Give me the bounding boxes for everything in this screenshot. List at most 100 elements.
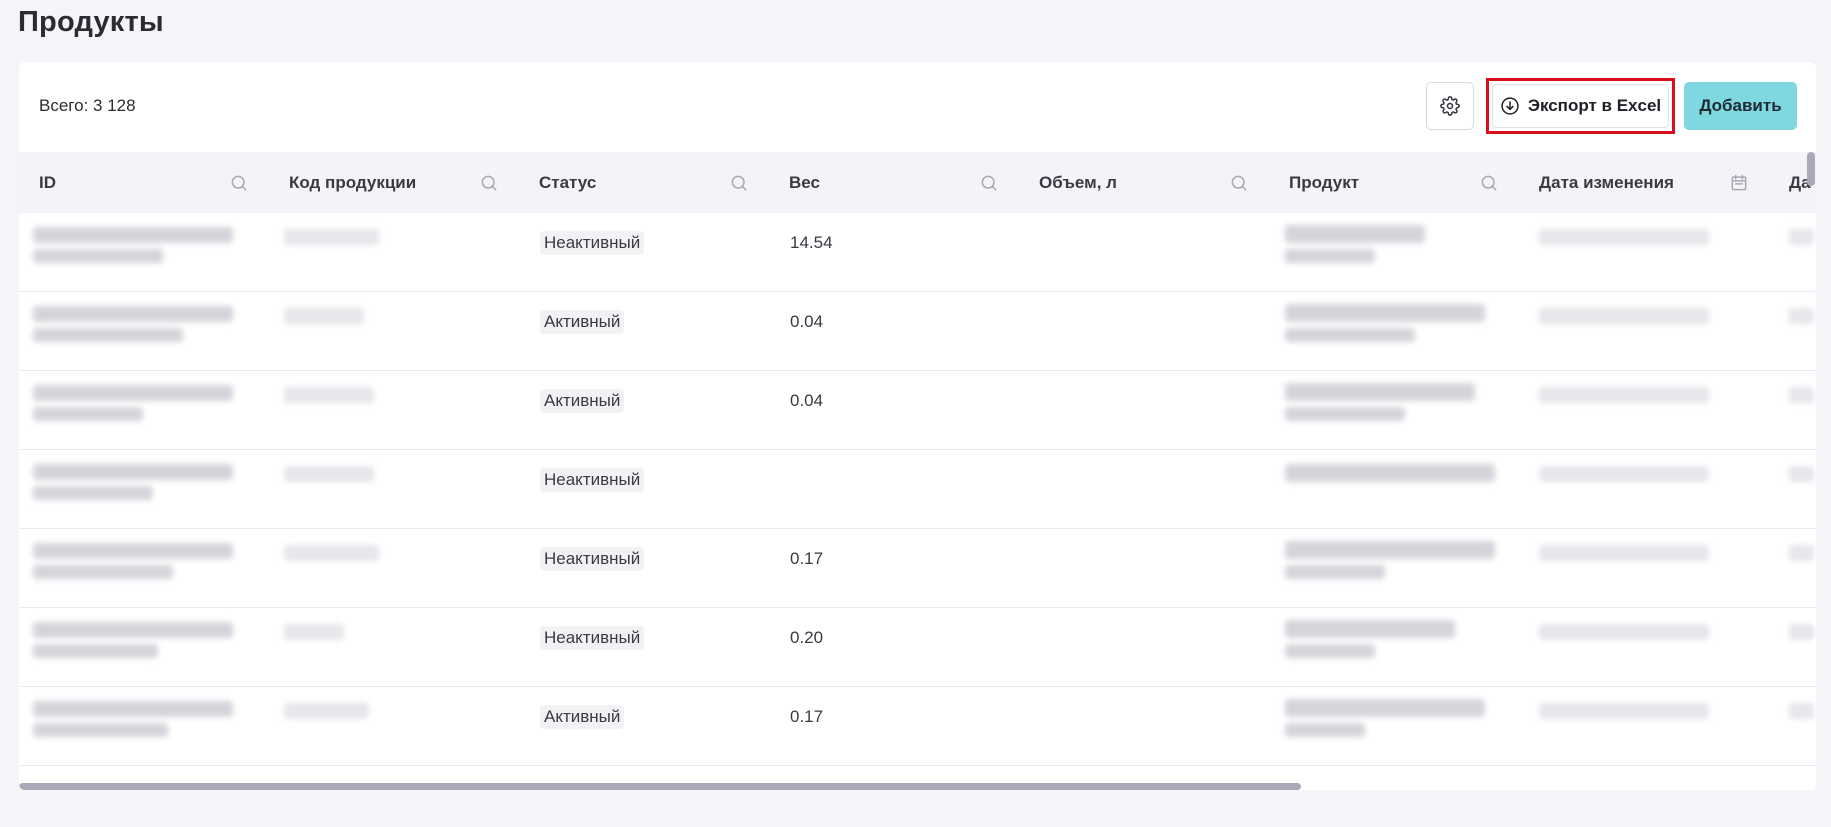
table-settings-button[interactable] (1426, 82, 1474, 130)
column-header-label: Статус (539, 172, 597, 192)
column-header-label: Продукт (1289, 172, 1360, 192)
status-cell: Активный (540, 292, 625, 352)
redacted-product (1285, 407, 1405, 421)
redacted-date (1789, 545, 1814, 561)
column-header-label: Вес (789, 172, 820, 192)
column-header-product[interactable]: Продукт (1289, 152, 1519, 213)
redacted-id (33, 622, 233, 638)
vertical-scrollbar[interactable] (1807, 152, 1815, 186)
redacted-date (1539, 387, 1709, 403)
search-icon[interactable] (1229, 173, 1249, 193)
status-badge: Активный (540, 705, 625, 729)
table-row[interactable]: Неактивный 0.17 (19, 529, 1816, 608)
status-badge: Активный (540, 310, 625, 334)
export-excel-button[interactable]: Экспорт в Excel (1486, 78, 1675, 134)
redacted-date (1789, 703, 1814, 719)
redacted-product-code (284, 545, 379, 561)
column-header-product-code[interactable]: Код продукции (289, 152, 519, 213)
redacted-product (1285, 304, 1485, 322)
redacted-product (1285, 723, 1365, 737)
redacted-product-code (284, 703, 369, 719)
status-badge: Неактивный (540, 468, 645, 492)
redacted-product (1285, 699, 1485, 717)
redacted-product (1285, 328, 1415, 342)
weight-cell: 14.54 (790, 233, 833, 252)
table-row[interactable]: Активный 0.17 (19, 687, 1816, 766)
column-header-label: Объем, л (1039, 172, 1117, 192)
redacted-id (33, 565, 173, 579)
column-header-weight[interactable]: Вес (789, 152, 1019, 213)
redacted-date (1789, 229, 1814, 245)
redacted-product-code (284, 308, 364, 324)
search-icon[interactable] (1479, 173, 1499, 193)
search-icon[interactable] (979, 173, 999, 193)
redacted-id (33, 644, 158, 658)
redacted-product (1285, 620, 1455, 638)
column-header-volume[interactable]: Объем, л (1039, 152, 1269, 213)
redacted-date (1789, 466, 1814, 482)
redacted-product-code (284, 229, 379, 245)
redacted-id (33, 723, 168, 737)
search-icon[interactable] (729, 173, 749, 193)
redacted-id (33, 543, 233, 559)
redacted-product-code (284, 624, 344, 640)
horizontal-scrollbar[interactable] (19, 783, 1301, 790)
export-excel-label: Экспорт в Excel (1527, 96, 1662, 115)
redacted-product (1285, 644, 1375, 658)
status-cell: Неактивный (540, 450, 645, 510)
redacted-id (33, 227, 233, 243)
calendar-icon[interactable] (1729, 173, 1749, 193)
status-badge: Неактивный (540, 231, 645, 255)
weight-cell: 0.20 (790, 628, 824, 647)
redacted-product (1285, 383, 1475, 401)
table-row[interactable]: Неактивный 0.20 (19, 608, 1816, 687)
table-row[interactable]: Активный 0.04 (19, 371, 1816, 450)
redacted-id (33, 306, 233, 322)
search-icon[interactable] (229, 173, 249, 193)
toolbar: Всего: 3 128 Экспорт в Excel Добавить (19, 62, 1816, 152)
gear-icon (1440, 96, 1460, 116)
column-header-label: Код продукции (289, 172, 417, 192)
redacted-id (33, 464, 233, 480)
download-circle-icon (1501, 97, 1519, 115)
redacted-date (1789, 387, 1814, 403)
redacted-product-code (284, 466, 374, 482)
redacted-date (1789, 624, 1814, 640)
horizontal-scrollbar-track[interactable] (19, 783, 1816, 790)
status-cell: Неактивный (540, 608, 645, 668)
redacted-date (1539, 703, 1709, 719)
table-row[interactable]: Активный 0.04 (19, 292, 1816, 371)
page-title: Продукты (18, 6, 164, 38)
redacted-product (1285, 541, 1495, 559)
redacted-id (33, 701, 233, 717)
weight-cell: 0.04 (790, 391, 824, 410)
redacted-id (33, 249, 163, 263)
redacted-date (1539, 466, 1709, 482)
weight-cell: 0.04 (790, 312, 824, 331)
redacted-id (33, 385, 233, 401)
weight-cell: 0.17 (790, 707, 824, 726)
total-count-label: Всего: 3 128 (39, 96, 136, 115)
add-button[interactable]: Добавить (1684, 82, 1797, 130)
status-cell: Неактивный (540, 529, 645, 589)
products-card: Всего: 3 128 Экспорт в Excel Добавить ID… (19, 62, 1816, 790)
redacted-product (1285, 249, 1375, 263)
redacted-id (33, 486, 153, 500)
table-row[interactable]: Неактивный 14.54 (19, 213, 1816, 292)
redacted-product (1285, 565, 1385, 579)
column-header-label: Дата изменения (1539, 172, 1674, 192)
status-badge: Неактивный (540, 626, 645, 650)
table-row[interactable]: Неактивный (19, 450, 1816, 529)
redacted-product (1285, 225, 1425, 243)
redacted-date (1789, 308, 1814, 324)
status-badge: Неактивный (540, 547, 645, 571)
redacted-date (1539, 229, 1709, 245)
column-header-modified-date[interactable]: Дата изменения (1539, 152, 1769, 213)
redacted-product-code (284, 387, 374, 403)
search-icon[interactable] (479, 173, 499, 193)
redacted-date (1539, 624, 1709, 640)
weight-cell: 0.17 (790, 549, 824, 568)
column-header-id[interactable]: ID (39, 152, 269, 213)
column-header-status[interactable]: Статус (539, 152, 769, 213)
status-cell: Активный (540, 371, 625, 431)
